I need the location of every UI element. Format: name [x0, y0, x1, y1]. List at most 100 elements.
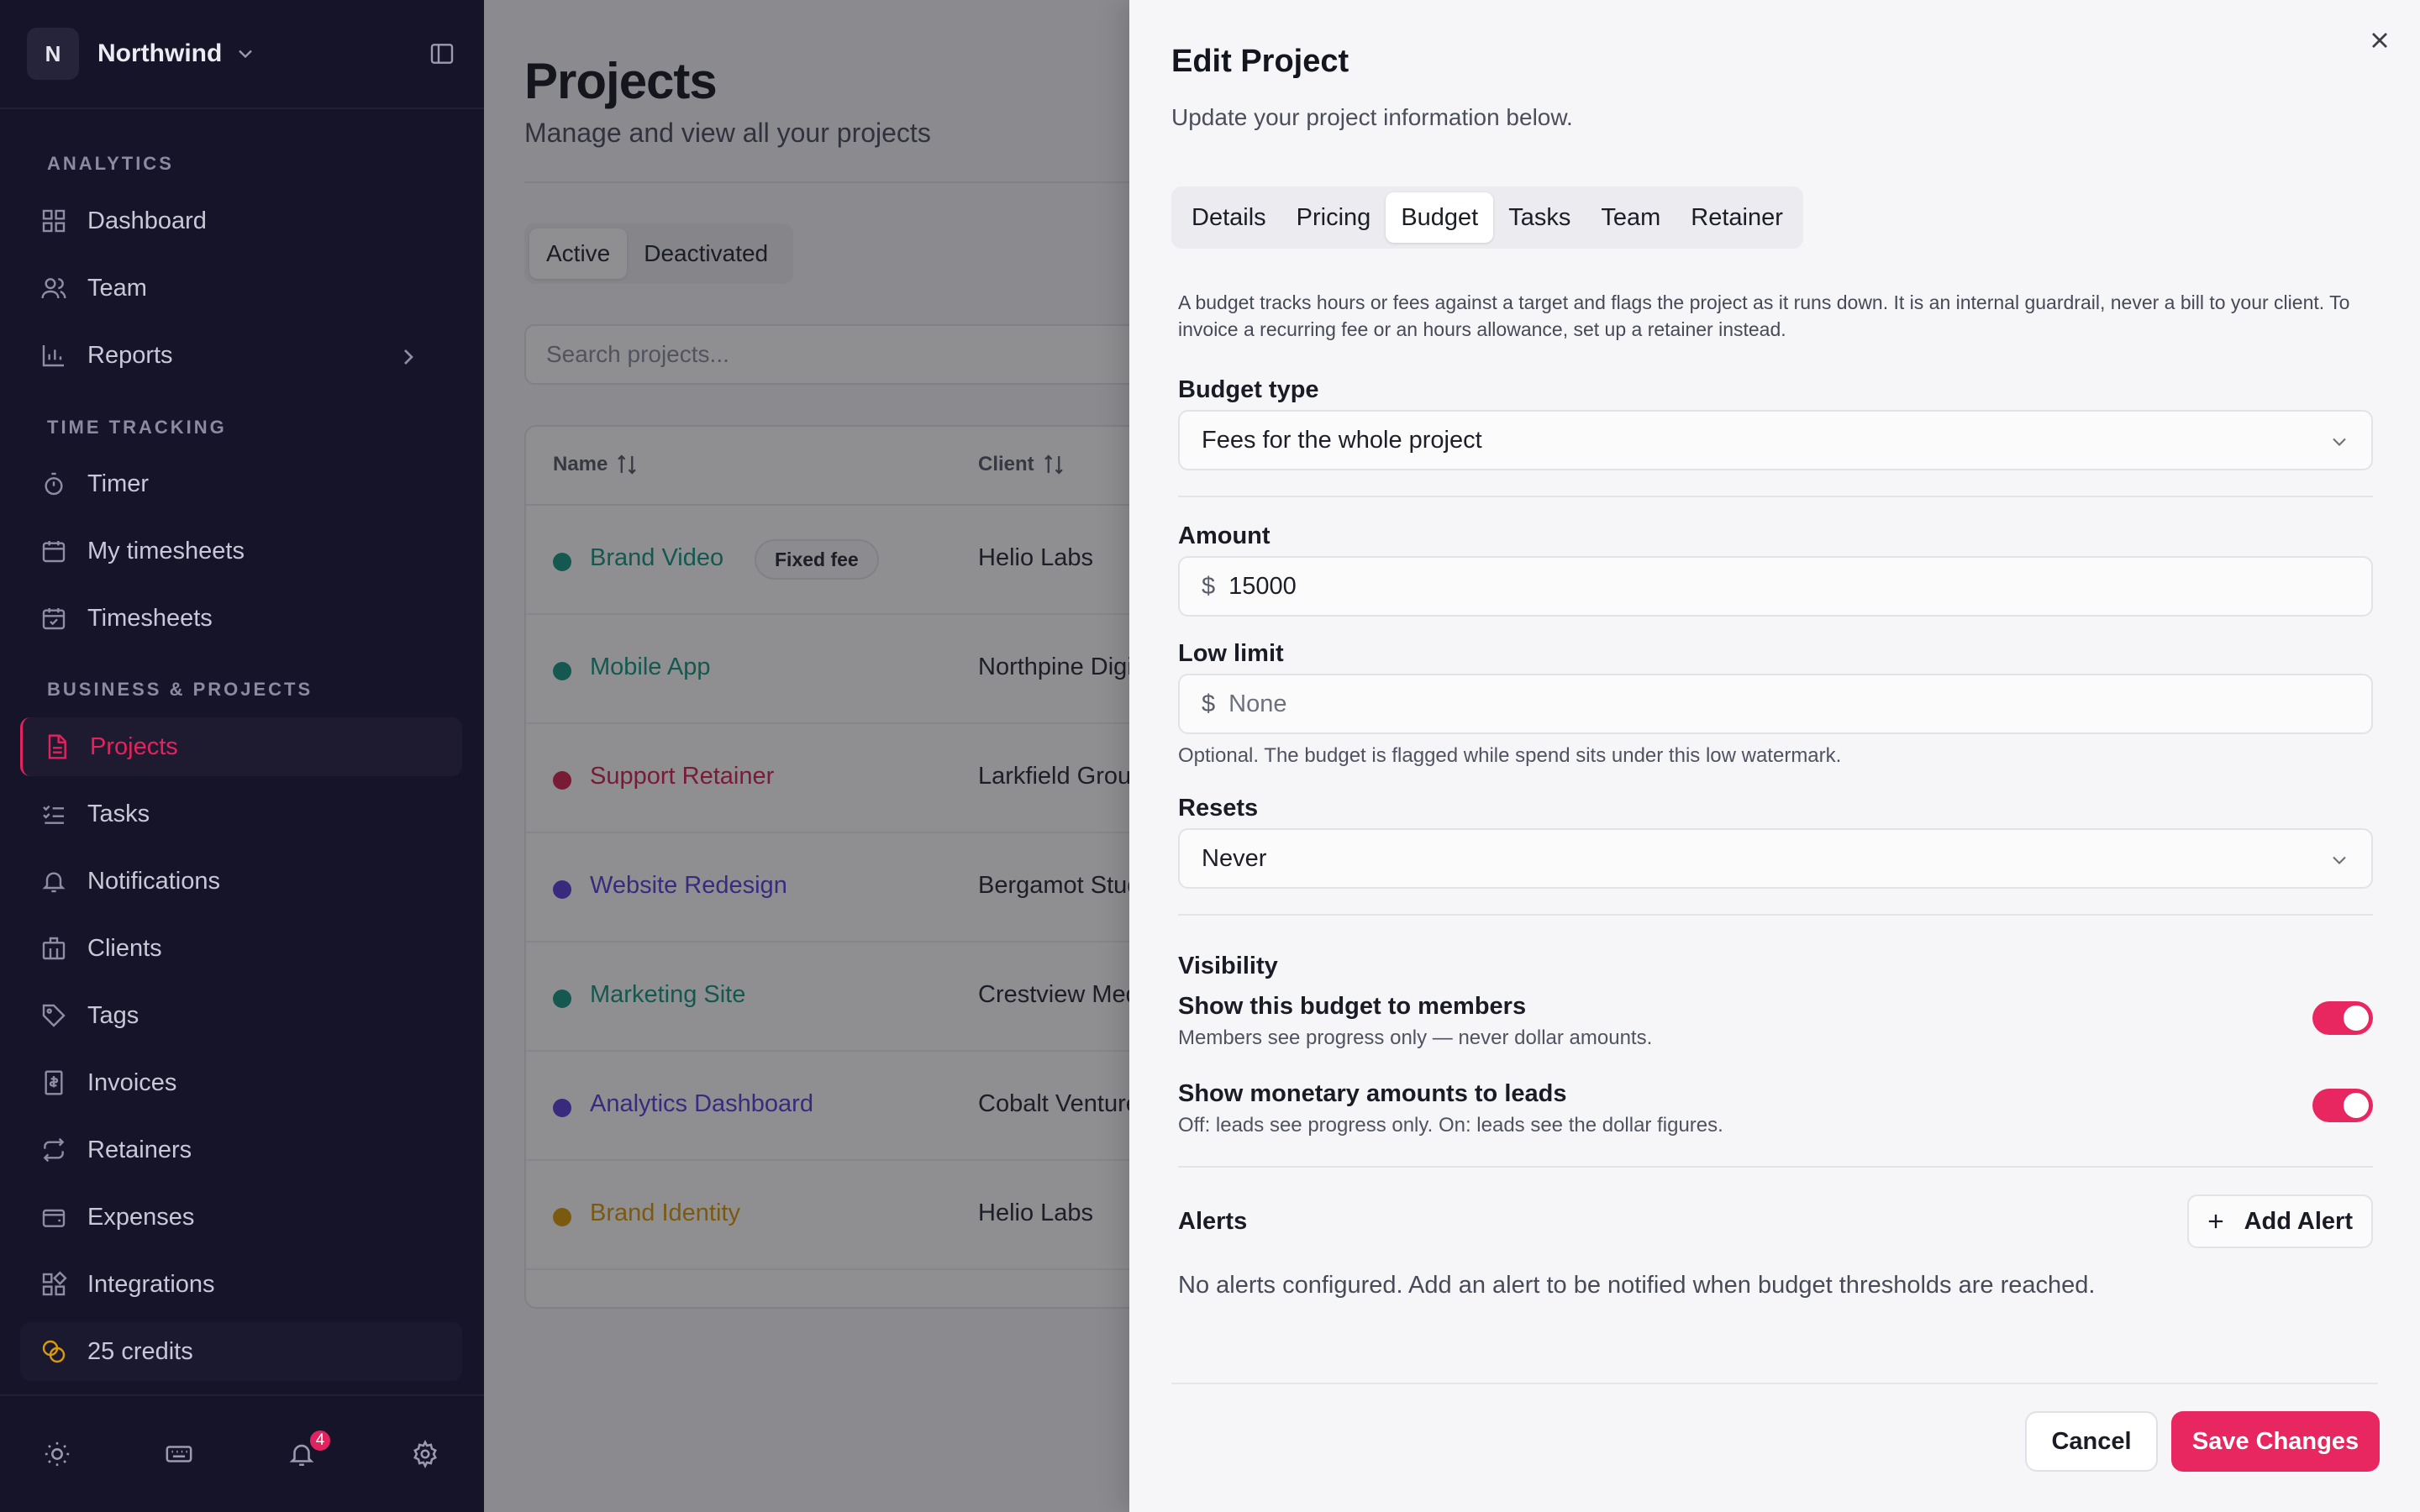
sidebar: N Northwind ANALYTICS Dashboard Team Rep…: [0, 0, 484, 1512]
sidebar-item-label: Retainers: [87, 1136, 192, 1163]
divider: [1171, 1383, 2378, 1384]
sidebar-item-retainers[interactable]: Retainers: [20, 1121, 462, 1179]
sidebar-divider: [0, 108, 484, 109]
resets-select[interactable]: Never: [1178, 828, 2373, 889]
sidebar-item-my-timesheets[interactable]: My timesheets: [20, 522, 462, 580]
sidebar-item-tasks[interactable]: Tasks: [20, 785, 462, 843]
budget-type-value: Fees for the whole project: [1202, 426, 1482, 454]
sidebar-item-expenses[interactable]: Expenses: [20, 1188, 462, 1247]
sidebar-item-tags[interactable]: Tags: [20, 986, 462, 1045]
sidebar-item-reports[interactable]: Reports: [20, 326, 462, 385]
leads-visibility-desc: Off: leads see progress only. On: leads …: [1178, 1114, 1723, 1137]
resets-label: Resets: [1178, 795, 1259, 822]
notification-badge: 4: [308, 1428, 333, 1453]
gear-icon[interactable]: [411, 1440, 439, 1468]
section-title-business: BUSINESS & PROJECTS: [47, 679, 313, 700]
tab-team[interactable]: Team: [1586, 192, 1676, 243]
plus-icon: [2208, 1214, 2223, 1229]
add-alert-button[interactable]: Add Alert: [2186, 1194, 2373, 1248]
amount-label: Amount: [1178, 522, 1270, 549]
sidebar-item-notifications[interactable]: Notifications: [20, 852, 462, 911]
sidebar-item-label: Projects: [90, 732, 178, 760]
currency-symbol: $: [1202, 572, 1216, 600]
sidebar-item-label: Integrations: [87, 1270, 215, 1298]
sidebar-item-timer[interactable]: Timer: [20, 454, 462, 513]
sidebar-item-label: Notifications: [87, 867, 220, 895]
calendar-icon: [42, 541, 66, 563]
budget-type-select[interactable]: Fees for the whole project: [1178, 410, 2373, 470]
bar-chart-icon: [42, 345, 64, 367]
repeat-icon: [43, 1137, 65, 1163]
integrations-icon: [42, 1271, 67, 1296]
cancel-button[interactable]: Cancel: [2025, 1411, 2158, 1472]
sidebar-item-timesheets[interactable]: Timesheets: [20, 589, 462, 648]
low-limit-label: Low limit: [1178, 640, 1284, 667]
panel-tabs: Details Pricing Budget Tasks Team Retain…: [1171, 186, 1803, 249]
alerts-empty-state: No alerts configured. Add an alert to be…: [1178, 1272, 2096, 1299]
sidebar-item-label: Tasks: [87, 800, 150, 827]
divider: [1178, 496, 2373, 497]
budget-description: A budget tracks hours or fees against a …: [1178, 291, 2350, 340]
building-icon: [42, 937, 66, 960]
resets-value: Never: [1202, 844, 1267, 872]
keyboard-icon[interactable]: [165, 1440, 193, 1468]
toggle-knob: [2344, 1093, 2369, 1118]
stopwatch-icon: [45, 472, 63, 496]
sidebar-item-projects[interactable]: Projects: [20, 717, 462, 776]
sidebar-item-integrations[interactable]: Integrations: [20, 1255, 462, 1314]
leads-visibility-toggle[interactable]: [2312, 1089, 2373, 1122]
workspace-switcher[interactable]: N Northwind: [27, 27, 455, 81]
tab-tasks[interactable]: Tasks: [1493, 192, 1586, 243]
divider: [1178, 1166, 2373, 1168]
dashboard-icon: [42, 209, 66, 233]
wallet-icon: [42, 1209, 66, 1227]
sidebar-item-label: Expenses: [87, 1203, 195, 1231]
sun-icon[interactable]: [43, 1440, 71, 1468]
panel-title: Edit Project: [1171, 44, 1349, 79]
tab-budget[interactable]: Budget: [1386, 192, 1494, 243]
budget-type-label: Budget type: [1178, 376, 1319, 403]
tab-retainer[interactable]: Retainer: [1676, 192, 1798, 243]
workspace-name: Northwind: [97, 39, 223, 67]
sidebar-item-credits[interactable]: 25 credits: [20, 1322, 462, 1381]
visibility-label: Visibility: [1178, 953, 1278, 979]
sidebar-item-label: My timesheets: [87, 537, 245, 564]
sidebar-item-team[interactable]: Team: [20, 259, 462, 318]
chevron-right-icon: [404, 349, 413, 365]
workspace-avatar: N: [27, 28, 79, 80]
add-alert-label: Add Alert: [2244, 1207, 2353, 1235]
invoice-icon: [45, 1070, 63, 1095]
low-limit-placeholder: None: [1228, 690, 1287, 717]
members-visibility-desc: Members see progress only — never dollar…: [1178, 1026, 1653, 1049]
low-limit-input[interactable]: $ None: [1178, 674, 2373, 734]
members-visibility-toggle[interactable]: [2312, 1001, 2373, 1035]
sidebar-item-label: Invoices: [87, 1068, 177, 1096]
sidebar-item-label: Reports: [87, 341, 173, 369]
sidebar-item-label: Timesheets: [87, 604, 213, 632]
members-visibility-title: Show this budget to members: [1178, 993, 1527, 1020]
sidebar-toggle-icon[interactable]: [429, 40, 455, 67]
chevron-down-icon: [239, 50, 253, 59]
sidebar-item-dashboard[interactable]: Dashboard: [20, 192, 462, 250]
save-button[interactable]: Save Changes: [2171, 1411, 2380, 1472]
close-icon[interactable]: [2366, 27, 2393, 54]
tab-pricing[interactable]: Pricing: [1281, 192, 1386, 243]
calendar-check-icon: [42, 608, 66, 630]
users-icon: [41, 278, 66, 299]
edit-project-panel: Edit Project Update your project informa…: [1129, 0, 2420, 1512]
tag-icon: [42, 1004, 66, 1027]
sidebar-item-label: Tags: [87, 1001, 139, 1029]
sidebar-item-label: 25 credits: [87, 1337, 193, 1365]
sidebar-item-label: Clients: [87, 934, 162, 962]
divider: [1178, 914, 2373, 916]
sidebar-item-invoices[interactable]: Invoices: [20, 1053, 462, 1112]
sidebar-item-label: Timer: [87, 470, 150, 497]
toggle-knob: [2344, 1005, 2369, 1031]
amount-value: 15000: [1228, 572, 1297, 600]
sidebar-item-clients[interactable]: Clients: [20, 919, 462, 978]
document-icon: [48, 734, 66, 759]
amount-input[interactable]: $ 15000: [1178, 556, 2373, 617]
chevron-down-icon: [2333, 856, 2346, 864]
tab-details[interactable]: Details: [1176, 192, 1281, 243]
alerts-label: Alerts: [1178, 1208, 1248, 1235]
